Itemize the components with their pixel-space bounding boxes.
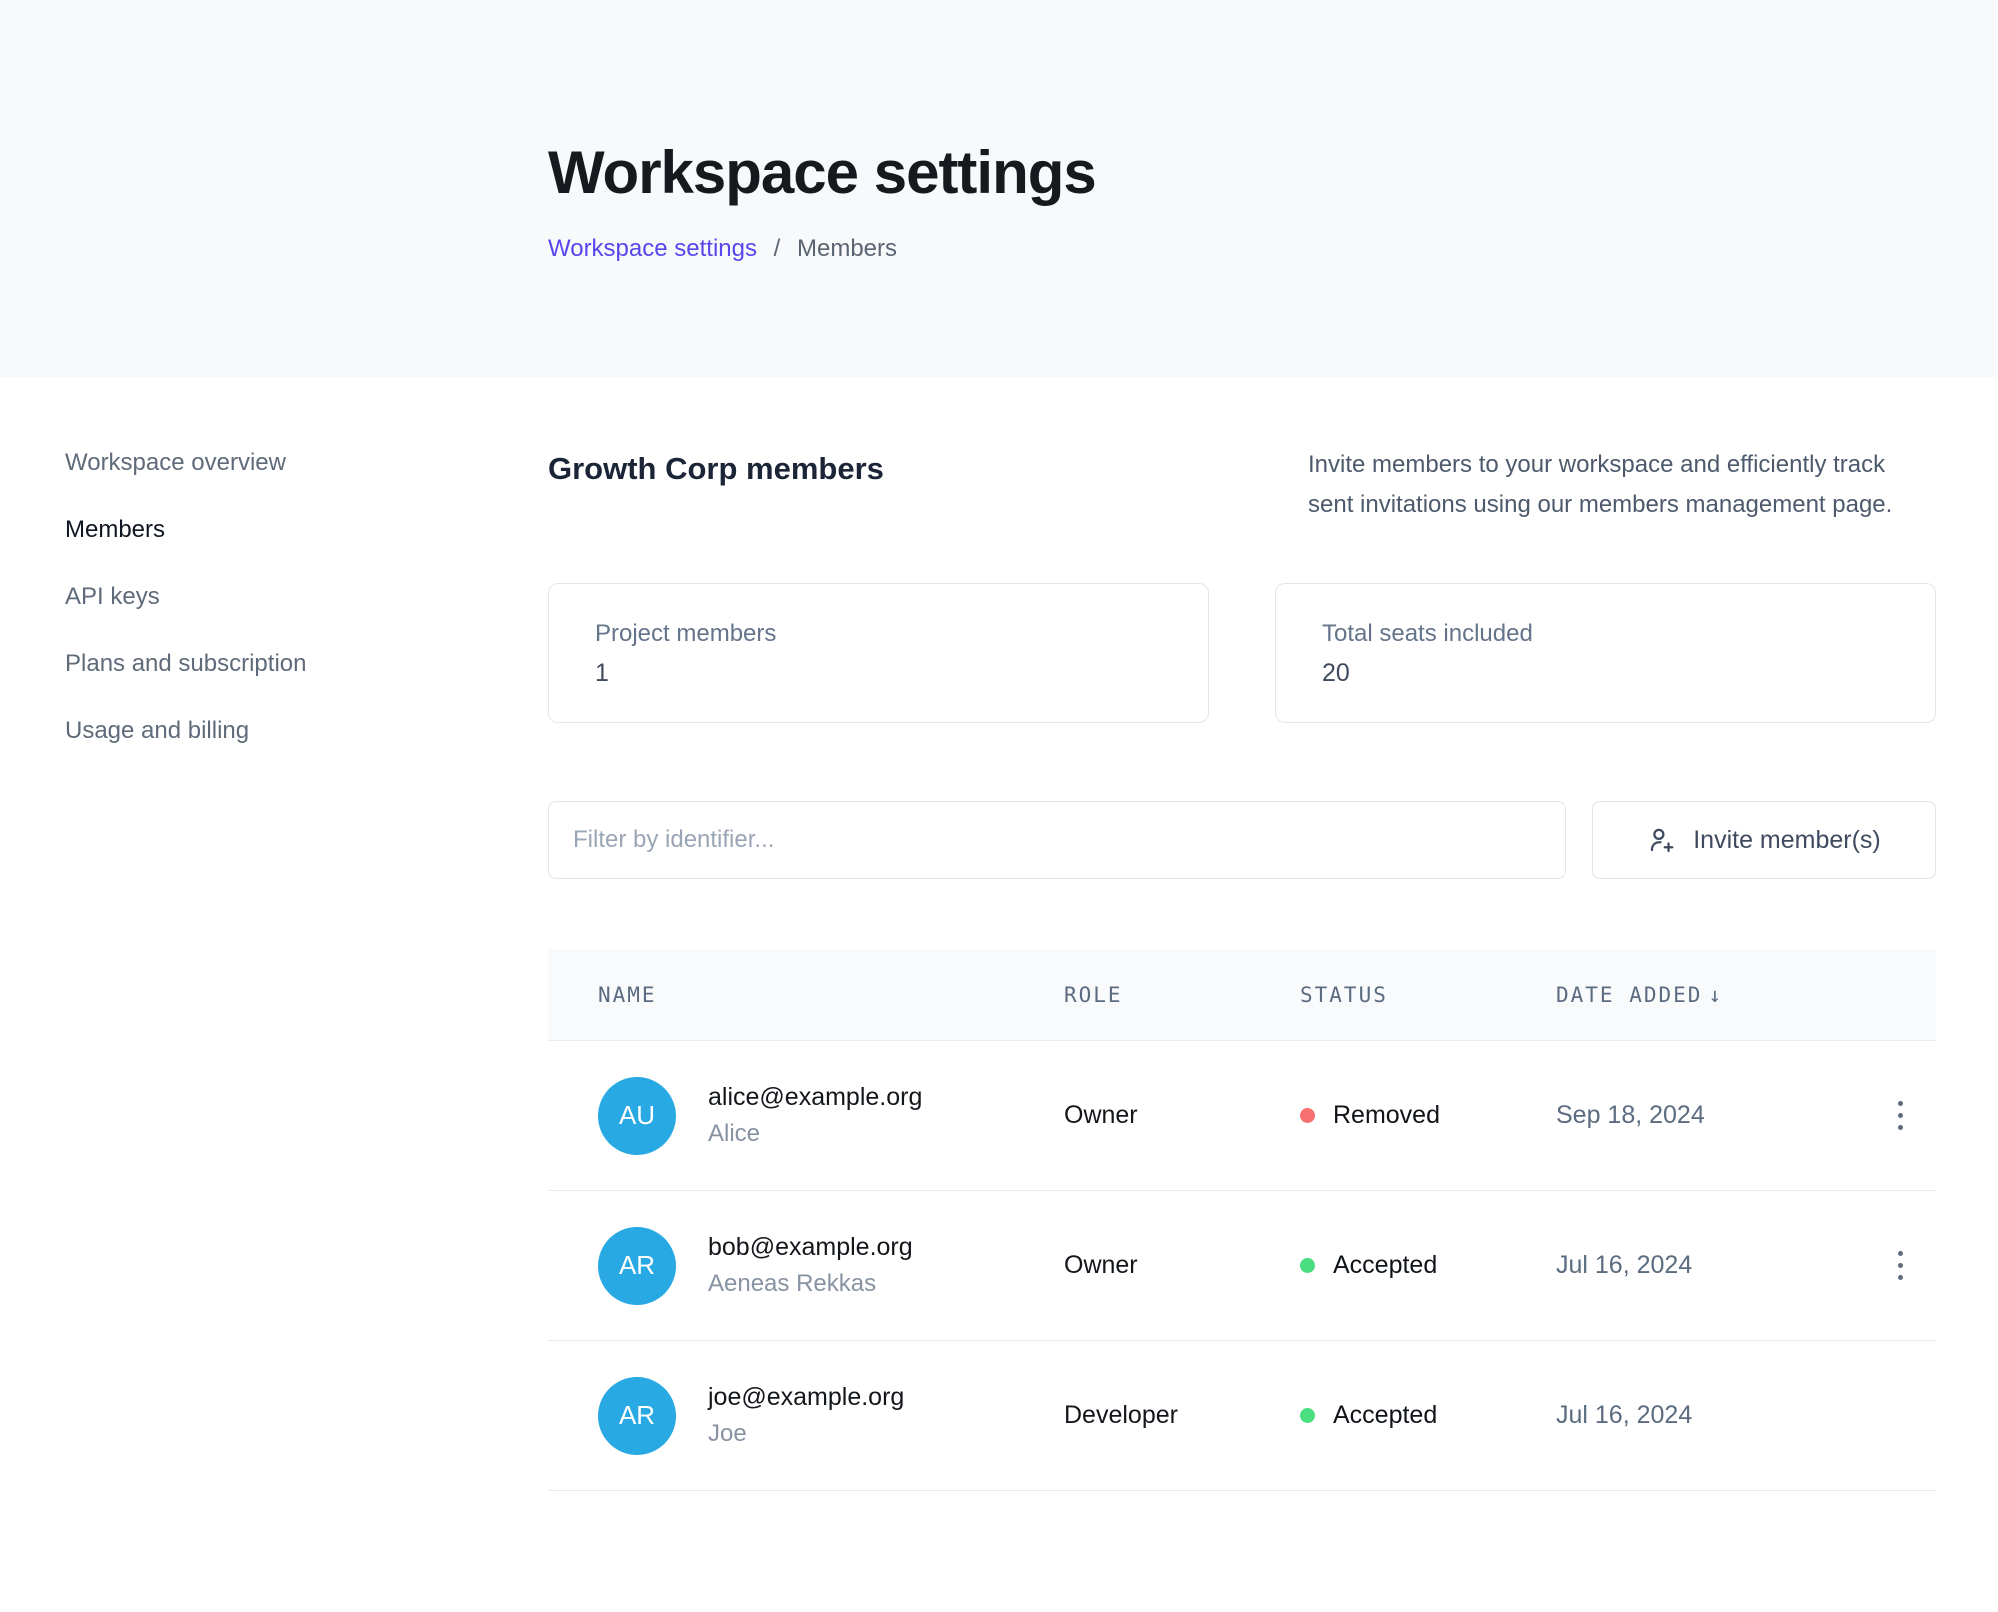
member-name-cell: AU alice@example.org Alice — [598, 1077, 1064, 1155]
members-heading: Growth Corp members — [548, 445, 884, 487]
settings-sidebar: Workspace overview Members API keys Plan… — [0, 377, 548, 1491]
column-header-status: STATUS — [1300, 983, 1556, 1007]
stat-label: Total seats included — [1322, 620, 1935, 648]
filter-by-identifier-input[interactable] — [548, 801, 1566, 879]
invite-members-button[interactable]: Invite member(s) — [1592, 801, 1936, 879]
person-plus-icon — [1647, 825, 1677, 855]
stat-value: 1 — [595, 659, 1208, 688]
member-name-cell: AR joe@example.org Joe — [598, 1377, 1064, 1455]
member-email: bob@example.org — [708, 1233, 913, 1262]
status-dot-icon — [1300, 1258, 1315, 1273]
member-email: joe@example.org — [708, 1383, 904, 1412]
members-table-body: AU alice@example.org Alice Owner Removed… — [548, 1041, 1936, 1491]
row-menu-kebab-icon[interactable] — [1880, 1092, 1920, 1140]
member-date-added: Jul 16, 2024 — [1556, 1401, 1880, 1430]
member-display-name: Aeneas Rekkas — [708, 1270, 913, 1298]
status-label: Accepted — [1333, 1401, 1437, 1430]
column-header-role: ROLE — [1064, 983, 1300, 1007]
breadcrumb-current: Members — [797, 235, 897, 262]
status-dot-icon — [1300, 1108, 1315, 1123]
status-label: Removed — [1333, 1101, 1440, 1130]
sidebar-item-plans-and-subscription[interactable]: Plans and subscription — [65, 650, 548, 678]
stat-label: Project members — [595, 620, 1208, 648]
member-date-added: Sep 18, 2024 — [1556, 1101, 1880, 1130]
member-date-added: Jul 16, 2024 — [1556, 1251, 1880, 1280]
member-status: Accepted — [1300, 1401, 1556, 1430]
column-header-date-added[interactable]: DATE ADDED↓ — [1556, 983, 1880, 1007]
member-display-name: Alice — [708, 1120, 922, 1148]
member-name-cell: AR bob@example.org Aeneas Rekkas — [598, 1227, 1064, 1305]
stat-cards: Project members 1 Total seats included 2… — [548, 583, 1936, 723]
page-title: Workspace settings — [548, 138, 1998, 207]
sidebar-item-usage-and-billing[interactable]: Usage and billing — [65, 717, 548, 745]
breadcrumb-workspace-settings-link[interactable]: Workspace settings — [548, 235, 757, 262]
page-header: Workspace settings Workspace settings / … — [0, 0, 1998, 377]
stat-value: 20 — [1322, 659, 1935, 688]
members-table: NAME ROLE STATUS DATE ADDED↓ AU alice@ex… — [548, 949, 1936, 1491]
sort-desc-arrow-icon: ↓ — [1708, 983, 1721, 1007]
avatar: AR — [598, 1377, 676, 1455]
sidebar-item-members[interactable]: Members — [65, 516, 548, 544]
breadcrumb: Workspace settings / Members — [548, 235, 1998, 263]
member-status: Accepted — [1300, 1251, 1556, 1280]
member-role: Owner — [1064, 1101, 1300, 1130]
column-header-name: NAME — [598, 983, 1064, 1007]
members-table-header: NAME ROLE STATUS DATE ADDED↓ — [548, 949, 1936, 1041]
invite-members-label: Invite member(s) — [1693, 826, 1881, 855]
members-main-panel: Growth Corp members Invite members to yo… — [548, 377, 1936, 1491]
members-description: Invite members to your workspace and eff… — [1308, 445, 1936, 525]
row-menu-kebab-icon[interactable] — [1880, 1242, 1920, 1290]
breadcrumb-separator: / — [774, 235, 781, 262]
sidebar-item-workspace-overview[interactable]: Workspace overview — [65, 449, 548, 477]
status-label: Accepted — [1333, 1251, 1437, 1280]
avatar: AR — [598, 1227, 676, 1305]
table-row: AR bob@example.org Aeneas Rekkas Owner A… — [548, 1191, 1936, 1341]
member-email: alice@example.org — [708, 1083, 922, 1112]
stat-card-total-seats: Total seats included 20 — [1275, 583, 1936, 723]
member-display-name: Joe — [708, 1420, 904, 1448]
sidebar-item-api-keys[interactable]: API keys — [65, 583, 548, 611]
member-role: Owner — [1064, 1251, 1300, 1280]
table-row: AU alice@example.org Alice Owner Removed… — [548, 1041, 1936, 1191]
member-role: Developer — [1064, 1401, 1300, 1430]
table-row: AR joe@example.org Joe Developer Accepte… — [548, 1341, 1936, 1491]
member-status: Removed — [1300, 1101, 1556, 1130]
stat-card-project-members: Project members 1 — [548, 583, 1209, 723]
avatar: AU — [598, 1077, 676, 1155]
status-dot-icon — [1300, 1408, 1315, 1423]
